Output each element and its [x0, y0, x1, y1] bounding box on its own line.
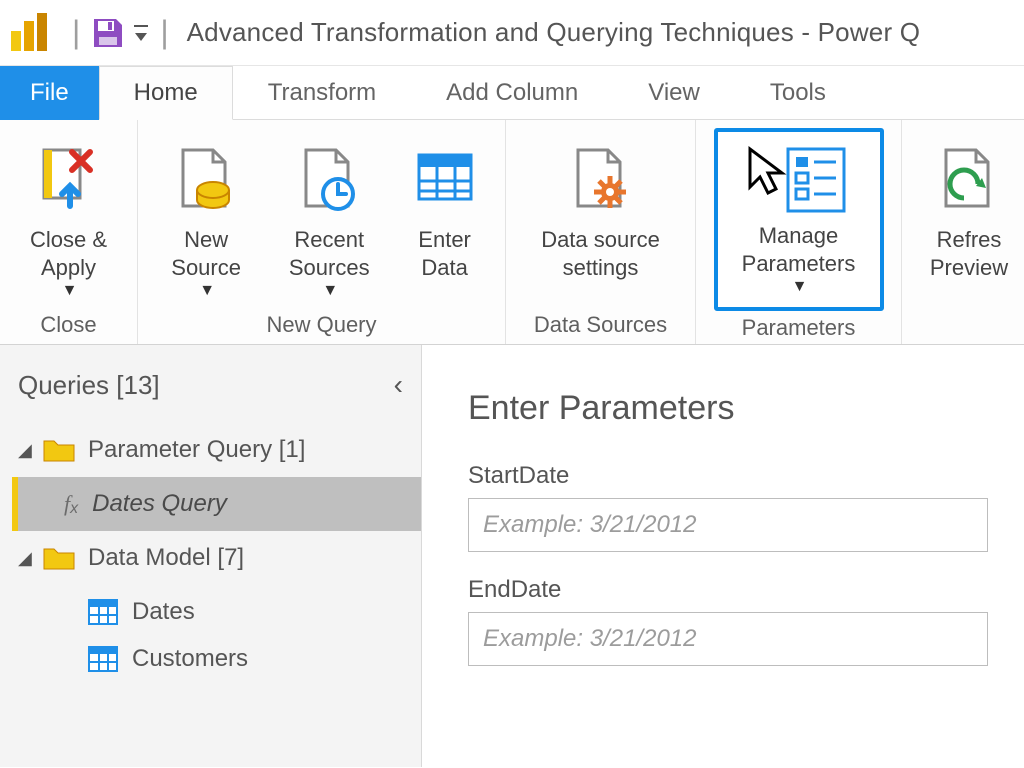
refresh-preview-icon	[934, 132, 1004, 226]
window-title: Advanced Transformation and Querying Tec…	[187, 17, 921, 48]
tree-item-customers[interactable]: Customers	[12, 639, 421, 679]
queries-pane-header: Queries [13] ‹	[12, 357, 421, 423]
queries-pane: Queries [13] ‹ ◢ Parameter Query [1] fx …	[0, 345, 422, 767]
function-icon: fx	[64, 491, 78, 517]
app-icon	[8, 13, 52, 53]
data-source-settings-button[interactable]: Data source settings	[518, 128, 683, 285]
tree-group-data-model[interactable]: ◢ Data Model [7]	[12, 531, 421, 585]
queries-header-label: Queries [13]	[18, 370, 160, 401]
tree-item-dates[interactable]: Dates	[12, 585, 421, 639]
ribbon: Close & Apply▼ Close New Source▼	[0, 119, 1024, 345]
queries-tree: ◢ Parameter Query [1] fx Dates Query ◢ D…	[12, 423, 421, 679]
field-startdate: StartDate	[468, 462, 1024, 552]
group-label-close: Close	[12, 308, 125, 340]
enter-data-label: Enter Data	[418, 226, 471, 281]
startdate-input[interactable]	[468, 498, 988, 552]
ribbon-group-close: Close & Apply▼ Close	[0, 120, 138, 344]
group-label-query	[914, 308, 1024, 340]
enddate-input[interactable]	[468, 612, 988, 666]
refresh-preview-button[interactable]: Refres Preview	[914, 128, 1024, 285]
tab-transform-label: Transform	[268, 79, 376, 107]
recent-sources-label: Recent Sources	[289, 226, 370, 281]
tab-file[interactable]: File	[0, 66, 99, 120]
folder-icon	[42, 545, 76, 571]
tab-file-label: File	[30, 79, 69, 107]
enter-parameters-form: Enter Parameters StartDate EndDate	[422, 345, 1024, 767]
customize-qat-dropdown[interactable]	[126, 21, 150, 47]
tree-group-label: Data Model [7]	[88, 544, 244, 572]
manage-parameters-icon	[744, 142, 854, 222]
table-icon	[88, 599, 118, 625]
tab-tools[interactable]: Tools	[735, 66, 861, 120]
tree-item-label: Dates	[132, 598, 195, 626]
dropdown-caret-icon: ▼	[197, 281, 215, 301]
ribbon-group-new-query: New Source▼ Recent Sources▼	[138, 120, 506, 344]
dropdown-caret-icon: ▼	[60, 281, 78, 301]
title-bar: | | Advanced Transformation and Querying…	[0, 0, 1024, 66]
close-apply-label: Close & Apply	[30, 226, 107, 281]
tab-home[interactable]: Home	[99, 66, 233, 120]
manage-parameters-label: Manage Parameters	[742, 222, 856, 277]
expand-collapse-icon[interactable]: ◢	[18, 440, 42, 461]
ribbon-group-parameters: Manage Parameters▼ Parameters	[696, 120, 902, 344]
save-button[interactable]	[90, 15, 126, 51]
dropdown-caret-icon: ▼	[790, 277, 808, 297]
content-area: Queries [13] ‹ ◢ Parameter Query [1] fx …	[0, 345, 1024, 767]
recent-sources-icon	[294, 132, 364, 226]
folder-icon	[42, 437, 76, 463]
tree-group-label: Parameter Query [1]	[88, 436, 305, 464]
form-title: Enter Parameters	[468, 389, 1024, 428]
new-source-label: New Source	[171, 226, 241, 281]
close-apply-icon	[36, 132, 102, 226]
enter-data-icon	[413, 132, 477, 226]
group-label-parameters: Parameters	[708, 311, 889, 343]
new-source-icon	[171, 132, 241, 226]
tree-item-dates-query[interactable]: fx Dates Query	[12, 477, 421, 531]
tree-group-parameter-query[interactable]: ◢ Parameter Query [1]	[12, 423, 421, 477]
field-enddate: EndDate	[468, 576, 1024, 666]
manage-parameters-button[interactable]: Manage Parameters▼	[714, 128, 884, 311]
ribbon-group-data-sources: Data source settings Data Sources	[506, 120, 696, 344]
tree-item-label: Customers	[132, 645, 248, 673]
ribbon-tabstrip: File Home Transform Add Column View Tool…	[0, 66, 1024, 120]
tab-view[interactable]: View	[613, 66, 735, 120]
close-and-apply-button[interactable]: Close & Apply▼	[12, 128, 125, 305]
separator-icon: |	[62, 14, 90, 51]
new-source-button[interactable]: New Source▼	[150, 128, 262, 305]
table-icon	[88, 646, 118, 672]
tab-view-label: View	[648, 79, 700, 107]
tab-transform[interactable]: Transform	[233, 66, 411, 120]
enddate-label: EndDate	[468, 576, 1024, 604]
tab-add-column[interactable]: Add Column	[411, 66, 613, 120]
refresh-preview-label: Refres Preview	[930, 226, 1008, 281]
recent-sources-button[interactable]: Recent Sources▼	[268, 128, 390, 305]
dropdown-caret-icon: ▼	[320, 281, 338, 301]
group-label-new-query: New Query	[150, 308, 493, 340]
data-source-settings-icon	[566, 132, 636, 226]
ribbon-group-query: Refres Preview	[902, 120, 1024, 344]
separator-icon: |	[150, 14, 178, 51]
collapse-pane-icon[interactable]: ‹	[394, 369, 403, 401]
tree-item-label: Dates Query	[92, 490, 227, 518]
group-label-data-sources: Data Sources	[518, 308, 683, 340]
tab-home-label: Home	[134, 79, 198, 107]
startdate-label: StartDate	[468, 462, 1024, 490]
tab-tools-label: Tools	[770, 79, 826, 107]
tab-add-column-label: Add Column	[446, 79, 578, 107]
expand-collapse-icon[interactable]: ◢	[18, 548, 42, 569]
data-source-settings-label: Data source settings	[541, 226, 660, 281]
enter-data-button[interactable]: Enter Data	[396, 128, 493, 285]
